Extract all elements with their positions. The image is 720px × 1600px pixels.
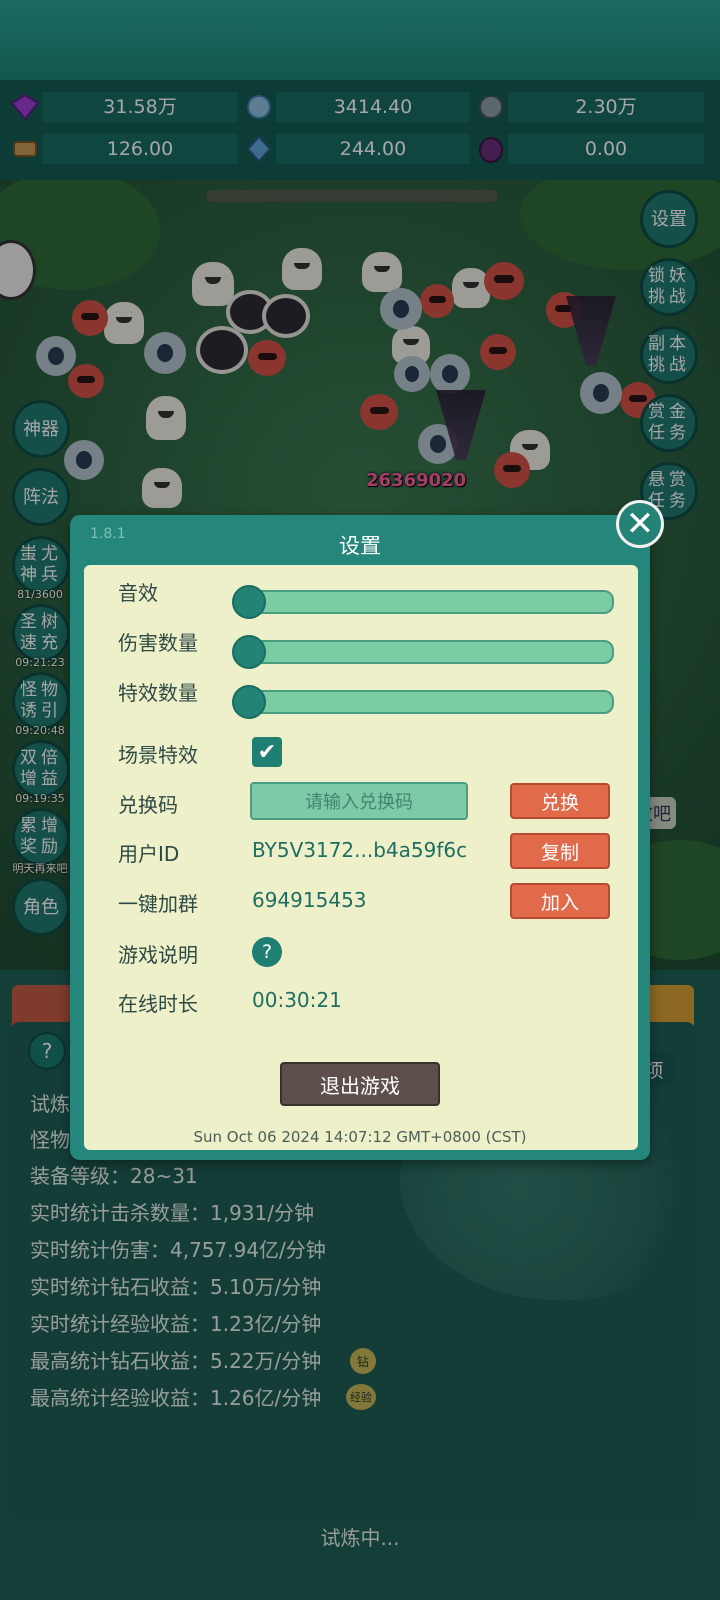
- effect-count-slider[interactable]: [244, 690, 614, 714]
- check-icon: ✔: [257, 739, 277, 765]
- redeem-button[interactable]: 兑换: [510, 783, 610, 819]
- online-time-label: 在线时长: [118, 992, 198, 1016]
- scene-effect-label: 场景特效: [118, 743, 198, 767]
- damage-count-slider-thumb[interactable]: [232, 635, 266, 669]
- sound-slider[interactable]: [244, 590, 614, 614]
- join-button[interactable]: 加入: [510, 883, 610, 919]
- question-icon: ?: [261, 941, 273, 963]
- effect-count-slider-thumb[interactable]: [232, 685, 266, 719]
- game-help-label: 游戏说明: [118, 943, 198, 967]
- effect-count-label: 特效数量: [118, 681, 198, 705]
- group-number: 694915453: [252, 888, 367, 912]
- join-group-label: 一键加群: [118, 892, 198, 916]
- copy-button[interactable]: 复制: [510, 833, 610, 869]
- redeem-code-input[interactable]: 请输入兑换码: [250, 782, 468, 820]
- close-icon: ✕: [625, 504, 655, 544]
- exit-game-button[interactable]: 退出游戏: [280, 1062, 440, 1106]
- redeem-code-label: 兑换码: [118, 793, 178, 817]
- dialog-title: 设置: [339, 534, 381, 558]
- damage-count-slider[interactable]: [244, 640, 614, 664]
- close-button[interactable]: ✕: [616, 500, 664, 548]
- scene-effect-checkbox[interactable]: ✔: [252, 737, 282, 767]
- dialog-timestamp: Sun Oct 06 2024 14:07:12 GMT+0800 (CST): [193, 1128, 527, 1146]
- user-id-label: 用户ID: [118, 842, 180, 866]
- sound-slider-thumb[interactable]: [232, 585, 266, 619]
- damage-count-label: 伤害数量: [118, 631, 198, 655]
- online-time-value: 00:30:21: [252, 988, 342, 1012]
- sound-label: 音效: [118, 581, 158, 605]
- game-help-button[interactable]: ?: [252, 937, 282, 967]
- user-id-value: BY5V3172...b4a59f6c: [252, 838, 468, 862]
